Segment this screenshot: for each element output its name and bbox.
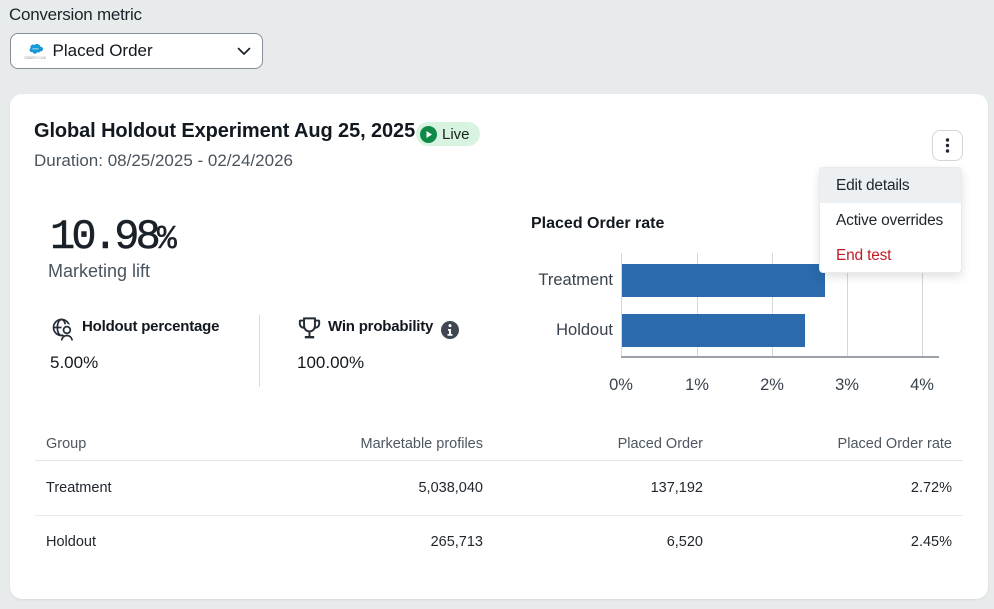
svg-text:COMMERCE CLOUD: COMMERCE CLOUD (24, 56, 46, 60)
